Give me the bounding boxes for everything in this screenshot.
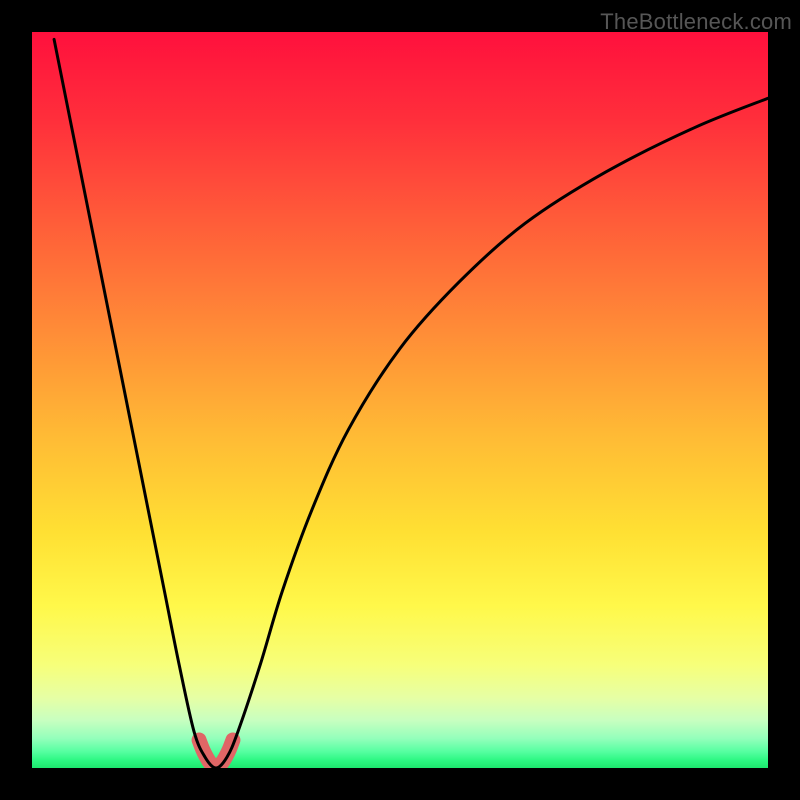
watermark-text: TheBottleneck.com: [600, 9, 792, 35]
chart-frame: TheBottleneck.com: [0, 0, 800, 800]
chart-svg: [32, 32, 768, 768]
plot-area: [32, 32, 768, 768]
bottleneck-curve: [54, 39, 768, 768]
